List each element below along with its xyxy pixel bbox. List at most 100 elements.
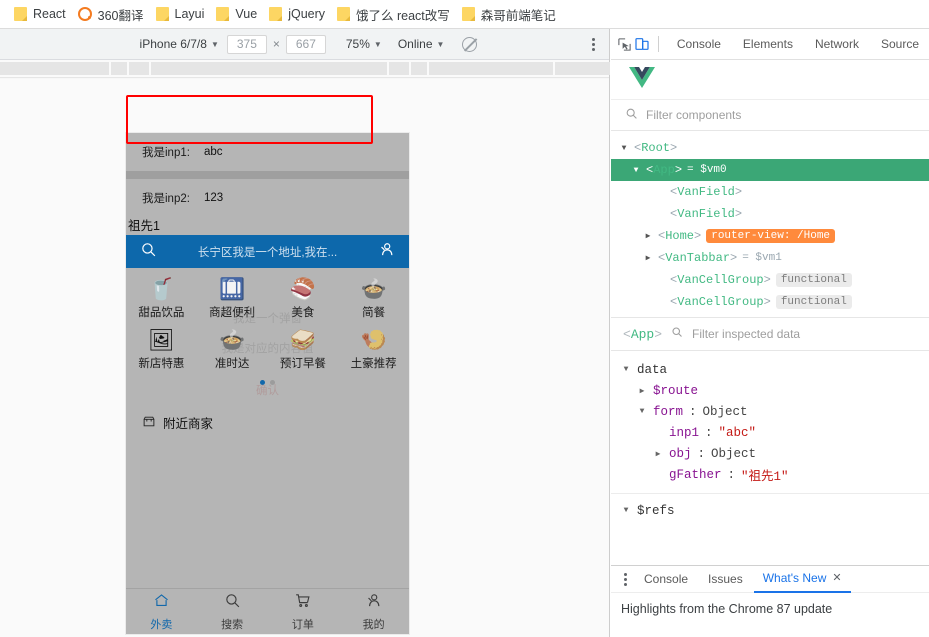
data-value[interactable]: "祖先1" bbox=[741, 465, 789, 484]
tree-node-vantabbar[interactable]: ▶ <VanTabbar> = $vm1 bbox=[611, 247, 929, 269]
category-item[interactable]: 🖼 新店特惠 bbox=[126, 325, 197, 376]
tabbar-item-takeout[interactable]: 外卖 bbox=[126, 589, 197, 634]
viewport-height-input[interactable]: 667 bbox=[285, 34, 326, 54]
media-query-ruler[interactable] bbox=[0, 60, 610, 78]
close-icon[interactable]: ✕ bbox=[832, 565, 841, 591]
devtools-tab-elements[interactable]: Elements bbox=[733, 37, 803, 51]
no-throttling-icon[interactable] bbox=[462, 36, 478, 52]
media-query-segment[interactable] bbox=[429, 62, 553, 75]
emulated-page-canvas: 我是inp1: abc 我是inp2: 123 祖先1 长宁区我是一个地址,我在… bbox=[0, 79, 609, 637]
viewport-width-input[interactable]: 375 bbox=[226, 34, 267, 54]
category-item[interactable]: 🍣 美食 bbox=[268, 274, 339, 325]
field-value-inp2[interactable]: 123 bbox=[204, 192, 223, 204]
zoom-selector[interactable]: 75% ▼ bbox=[338, 37, 390, 51]
chevron-down-icon[interactable]: ▼ bbox=[621, 506, 631, 515]
tree-node-vanfield[interactable]: ▶ <VanField> bbox=[611, 203, 929, 225]
tree-node-home[interactable]: ▶ <Home> router-view: /Home bbox=[611, 225, 929, 247]
chevron-right-icon[interactable]: ▶ bbox=[643, 231, 653, 241]
chevron-right-icon[interactable]: ▶ bbox=[653, 449, 663, 459]
tree-node-app[interactable]: ▼ <App> = $vm0 bbox=[611, 159, 929, 181]
bookmark-label: jQuery bbox=[288, 7, 326, 21]
page-pane: iPhone 6/7/8 ▼ 375 × 667 75% ▼ Online ▼ bbox=[0, 29, 610, 637]
tree-node-vancellgroup[interactable]: ▶ <VanCellGroup> functional bbox=[611, 291, 929, 313]
category-icon: 🍤 bbox=[360, 329, 387, 352]
data-row-route[interactable]: ▶ $route bbox=[611, 380, 929, 401]
mobile-viewport[interactable]: 我是inp1: abc 我是inp2: 123 祖先1 长宁区我是一个地址,我在… bbox=[126, 133, 409, 634]
carousel-dots[interactable] bbox=[126, 376, 409, 387]
tree-node-vanfield[interactable]: ▶ <VanField> bbox=[611, 181, 929, 203]
devtools-tab-network[interactable]: Network bbox=[805, 37, 869, 51]
data-row-refs[interactable]: ▼ $refs bbox=[611, 500, 929, 521]
data-row-obj[interactable]: ▶ obj : Object bbox=[611, 443, 929, 464]
data-row-data[interactable]: ▼ data bbox=[611, 359, 929, 380]
media-query-segment[interactable] bbox=[0, 62, 109, 75]
chevron-down-icon[interactable]: ▼ bbox=[631, 166, 641, 175]
carousel-dot[interactable] bbox=[270, 380, 275, 385]
drawer-tab-issues[interactable]: Issues bbox=[699, 566, 752, 593]
mobile-search-bar[interactable]: 长宁区我是一个地址,我在... bbox=[126, 235, 409, 268]
tabbar-item-search[interactable]: 搜索 bbox=[197, 589, 268, 634]
bookmark-item[interactable]: 饿了么 react改写 bbox=[331, 3, 456, 26]
toolbar-divider bbox=[658, 36, 659, 52]
bookmark-item[interactable]: React bbox=[8, 5, 72, 23]
carousel-dot-active[interactable] bbox=[260, 380, 265, 385]
tree-node-tag: <VanTabbar> bbox=[658, 251, 738, 265]
data-row-inp1[interactable]: ▶ inp1 : "abc" bbox=[611, 422, 929, 443]
media-query-segment[interactable] bbox=[389, 62, 409, 75]
category-label: 新店特惠 bbox=[138, 358, 185, 370]
tabbar-item-orders[interactable]: 订单 bbox=[268, 589, 339, 634]
tree-node-vancellgroup[interactable]: ▶ <VanCellGroup> functional bbox=[611, 269, 929, 291]
tree-node-root[interactable]: ▼ <Root> bbox=[611, 137, 929, 159]
toggle-device-toolbar-icon[interactable] bbox=[634, 32, 650, 56]
data-row-form[interactable]: ▼ form : Object bbox=[611, 401, 929, 422]
filter-components-bar[interactable]: Filter components bbox=[611, 100, 929, 131]
field-row-inp2[interactable]: 我是inp2: 123 bbox=[126, 179, 409, 217]
bookmark-item[interactable]: 360翻译 bbox=[72, 3, 150, 26]
filter-components-placeholder[interactable]: Filter components bbox=[646, 108, 741, 122]
more-vertical-icon[interactable] bbox=[617, 570, 633, 588]
media-query-segment[interactable] bbox=[411, 62, 427, 75]
category-item[interactable]: 🛄 商超便利 bbox=[197, 274, 268, 325]
bookmark-item[interactable]: 森哥前端笔记 bbox=[456, 3, 562, 26]
chevron-down-icon: ▼ bbox=[436, 40, 445, 49]
category-item[interactable]: 🍲 简餐 bbox=[338, 274, 409, 325]
inspected-component-header: <App> Filter inspected data bbox=[611, 317, 929, 351]
bookmark-item[interactable]: Layui bbox=[150, 5, 211, 23]
data-value[interactable]: "abc" bbox=[719, 426, 757, 440]
media-query-segment[interactable] bbox=[129, 62, 149, 75]
chevron-right-icon[interactable]: ▶ bbox=[643, 253, 653, 263]
category-item[interactable]: 🍤 土豪推荐 bbox=[338, 325, 409, 376]
data-row-gfather[interactable]: ▶ gFather : "祖先1" bbox=[611, 464, 929, 485]
devtools-tab-sources[interactable]: Source bbox=[871, 37, 929, 51]
bookmark-item[interactable]: Vue bbox=[210, 5, 263, 23]
media-query-segment[interactable] bbox=[111, 62, 127, 75]
field-value-inp1[interactable]: abc bbox=[204, 146, 223, 158]
bookmark-item[interactable]: jQuery bbox=[263, 5, 331, 23]
media-query-segment[interactable] bbox=[555, 62, 610, 75]
search-address-text[interactable]: 长宁区我是一个地址,我在... bbox=[165, 244, 370, 260]
tabbar-item-mine[interactable]: 我的 bbox=[338, 589, 409, 634]
user-icon[interactable] bbox=[378, 241, 395, 263]
chevron-right-icon[interactable]: ▶ bbox=[637, 386, 647, 396]
media-query-segment[interactable] bbox=[151, 62, 387, 75]
inspect-element-icon[interactable] bbox=[617, 32, 632, 56]
user-icon bbox=[365, 592, 382, 614]
filter-inspected-data-input[interactable]: Filter inspected data bbox=[692, 327, 800, 341]
chevron-down-icon[interactable]: ▼ bbox=[619, 144, 629, 153]
devtools-tab-console[interactable]: Console bbox=[667, 37, 731, 51]
field-label-inp1: 我是inp1: bbox=[142, 147, 190, 159]
throttling-selector[interactable]: Online ▼ bbox=[390, 37, 453, 51]
category-item[interactable]: 🍲 准时达 bbox=[197, 325, 268, 376]
category-item[interactable]: 🥪 预订早餐 bbox=[268, 325, 339, 376]
chevron-down-icon[interactable]: ▼ bbox=[637, 407, 647, 416]
category-item[interactable]: 🥤 甜品饮品 bbox=[126, 274, 197, 325]
drawer-tab-whats-new[interactable]: What's New ✕ bbox=[753, 565, 851, 593]
device-selector[interactable]: iPhone 6/7/8 ▼ bbox=[132, 37, 227, 51]
data-key: obj bbox=[669, 446, 692, 461]
more-vertical-icon[interactable] bbox=[585, 36, 601, 52]
bookmark-label: 饿了么 react改写 bbox=[356, 8, 450, 23]
cell-divider bbox=[126, 171, 409, 179]
field-row-inp1[interactable]: 我是inp1: abc bbox=[126, 133, 409, 171]
drawer-tab-console[interactable]: Console bbox=[635, 566, 697, 593]
chevron-down-icon[interactable]: ▼ bbox=[621, 365, 631, 374]
